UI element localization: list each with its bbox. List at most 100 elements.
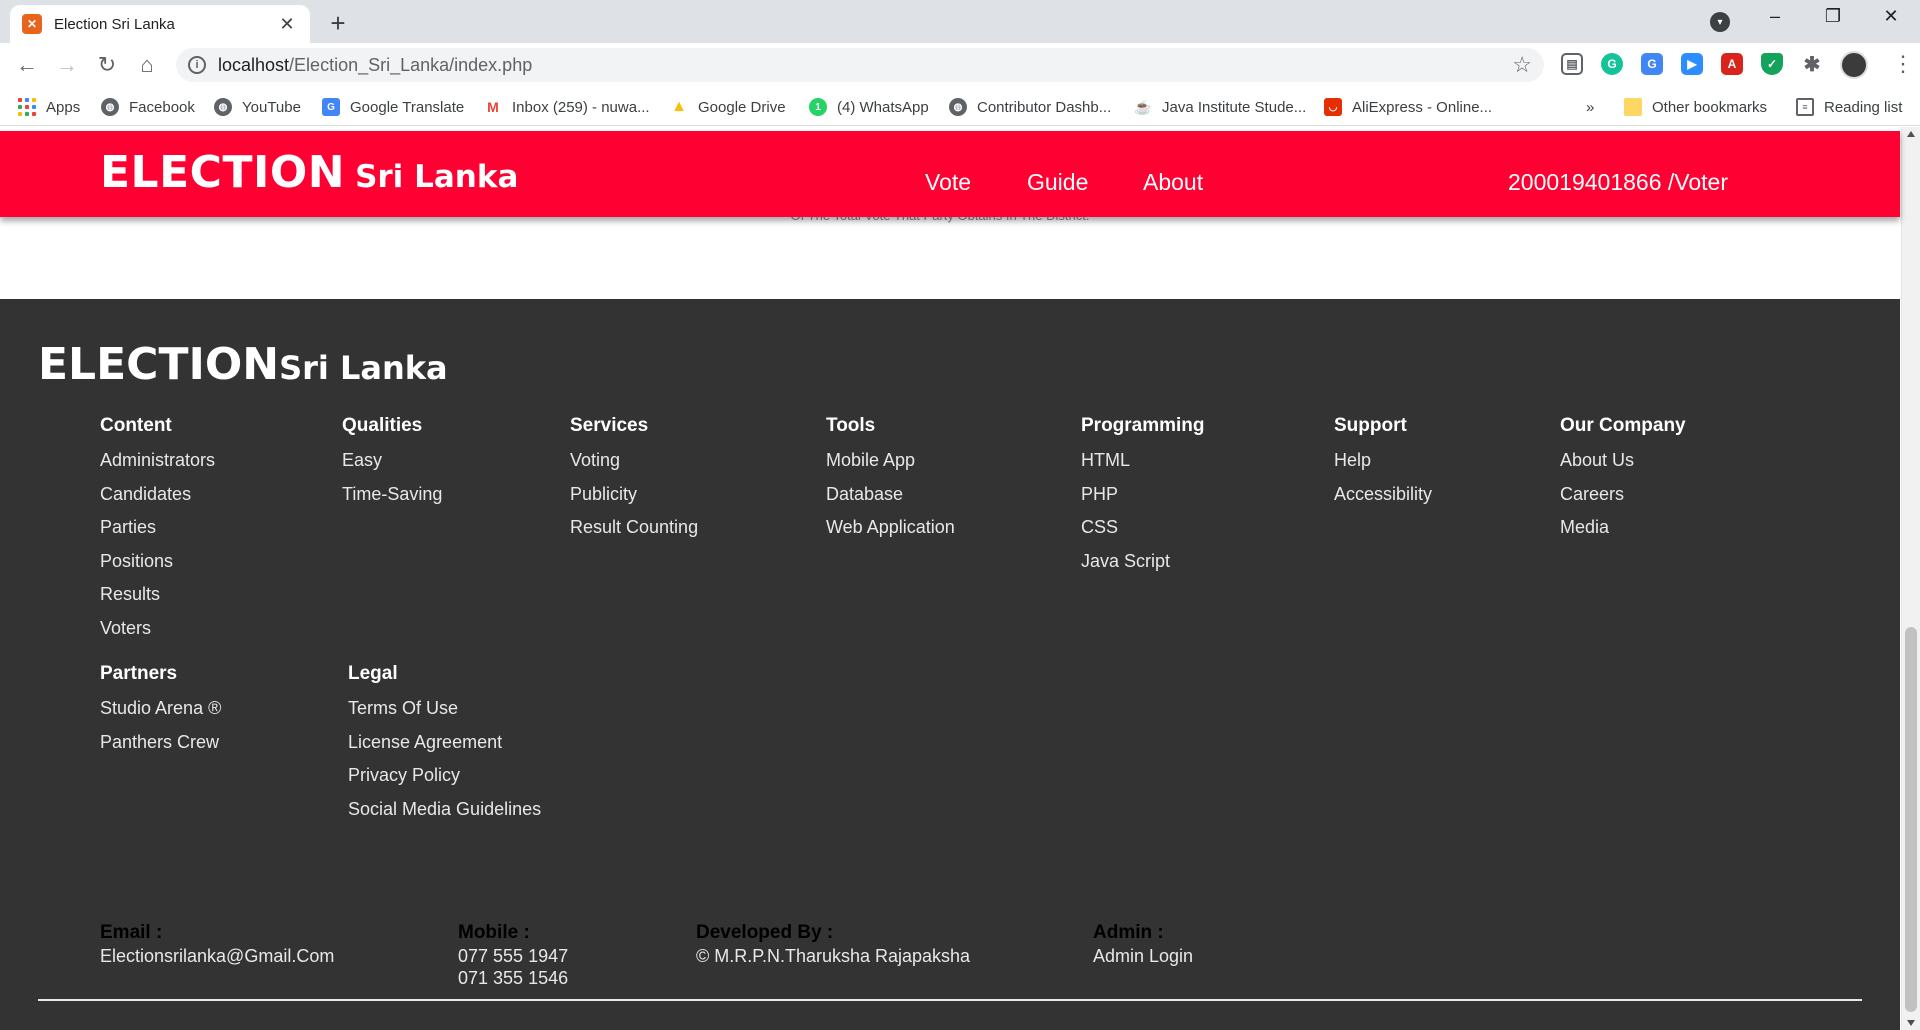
scroll-thumb[interactable] (1905, 627, 1917, 1012)
minimize-icon[interactable]: – (1760, 6, 1790, 27)
footer-link-help[interactable]: Help (1334, 448, 1432, 472)
nav-vote[interactable]: Vote (925, 169, 971, 196)
site-info-icon[interactable]: i (188, 56, 206, 74)
bookmark-gmail[interactable]: M Inbox (259) - nuwa... (484, 96, 650, 118)
scroll-down-arrow-icon[interactable] (1907, 1020, 1915, 1026)
address-bar[interactable]: i localhost/Election_Sri_Lanka/index.php… (176, 48, 1544, 82)
bookmark-google-translate[interactable]: G Google Translate (322, 96, 464, 118)
url-text[interactable]: localhost/Election_Sri_Lanka/index.php (218, 55, 532, 76)
footer-link-php[interactable]: PHP (1081, 482, 1205, 506)
footer-col-title: Content (100, 415, 172, 436)
admin-login-link[interactable]: Admin Login (1093, 945, 1193, 967)
page-scrollbar[interactable] (1901, 127, 1920, 1030)
nav-about[interactable]: About (1143, 169, 1203, 196)
footer-link-results[interactable]: Results (100, 582, 215, 606)
scroll-up-arrow-icon[interactable] (1907, 131, 1915, 137)
footer-link-mobile-app[interactable]: Mobile App (826, 448, 955, 472)
bookmark-label: (4) WhatsApp (837, 98, 929, 116)
footer-link-css[interactable]: CSS (1081, 515, 1205, 539)
window-close-icon[interactable]: ✕ (1876, 6, 1906, 27)
bookmark-apps[interactable]: Apps (18, 96, 80, 118)
contact-mobile: Mobile : 077 555 1947 071 355 1546 (458, 921, 568, 989)
other-bookmarks[interactable]: Other bookmarks (1624, 96, 1767, 118)
footer-col-title: Support (1334, 415, 1407, 436)
bookmark-java-institute[interactable]: ☕ Java Institute Stude... (1134, 96, 1306, 118)
developer-label: Developed By : (696, 922, 834, 943)
footer-link-candidates[interactable]: Candidates (100, 482, 215, 506)
bookmark-aliexpress[interactable]: ◡ AliExpress - Online... (1324, 96, 1492, 118)
tab-search-icon[interactable]: ▾ (1710, 12, 1730, 32)
bookmark-youtube[interactable]: ◍ YouTube (214, 96, 301, 118)
footer-brand-sub: Sri Lanka (279, 349, 448, 387)
developer-value: © M.R.P.N.Tharuksha Rajapaksha (696, 946, 971, 966)
footer-link-license-agreement[interactable]: License Agreement (348, 730, 541, 754)
other-bookmarks-label: Other bookmarks (1652, 98, 1768, 116)
google-drive-icon: ▲ (670, 98, 688, 116)
footer-link-html[interactable]: HTML (1081, 448, 1205, 472)
bookmark-label: Google Drive (698, 98, 786, 116)
contact-developer: Developed By : © M.R.P.N.Tharuksha Rajap… (696, 921, 970, 967)
footer-link-media[interactable]: Media (1560, 515, 1686, 539)
browser-menu-icon[interactable]: ⋮ (1892, 51, 1914, 77)
bookmarks-overflow-button[interactable]: » (1586, 96, 1594, 118)
java-cup-icon: ☕ (1134, 98, 1152, 116)
footer-link-web-application[interactable]: Web Application (826, 515, 955, 539)
bookmark-whatsapp[interactable]: 1 (4) WhatsApp (809, 96, 929, 118)
home-icon[interactable]: ⌂ (134, 52, 160, 78)
restore-icon[interactable]: ❐ (1818, 6, 1848, 27)
email-value[interactable]: Electionsrilanka@Gmail.Com (100, 945, 334, 967)
footer-link-about-us[interactable]: About Us (1560, 448, 1686, 472)
browser-tab[interactable]: ✕ Election Sri Lanka ✕ (10, 5, 310, 43)
extension-save-icon[interactable]: ▤ (1561, 53, 1583, 75)
bookmark-contributor-dashboard[interactable]: ◍ Contributor Dashb... (949, 96, 1111, 118)
footer-link-studio-arena[interactable]: Studio Arena ® (100, 696, 221, 720)
footer-link-voting[interactable]: Voting (570, 448, 698, 472)
bookmark-label: AliExpress - Online... (1352, 98, 1493, 116)
reload-icon[interactable]: ↻ (94, 52, 120, 78)
footer-link-time-saving[interactable]: Time-Saving (342, 482, 442, 506)
close-tab-icon[interactable]: ✕ (276, 14, 298, 35)
shield-extension-icon[interactable]: ✓ (1761, 53, 1783, 75)
bookmark-star-icon[interactable]: ☆ (1512, 52, 1532, 78)
footer-link-java-script[interactable]: Java Script (1081, 549, 1205, 573)
footer-link-privacy-policy[interactable]: Privacy Policy (348, 763, 541, 787)
back-arrow-icon[interactable]: ← (14, 52, 40, 78)
mobile-value-2: 071 355 1546 (458, 968, 569, 988)
footer-link-panthers-crew[interactable]: Panthers Crew (100, 730, 221, 754)
translate-extension-icon[interactable]: G (1641, 53, 1663, 75)
footer-link-database[interactable]: Database (826, 482, 955, 506)
footer-link-publicity[interactable]: Publicity (570, 482, 698, 506)
footer-link-positions[interactable]: Positions (100, 549, 215, 573)
footer-col-legal: Legal Terms Of Use License Agreement Pri… (348, 662, 541, 830)
footer-link-administrators[interactable]: Administrators (100, 448, 215, 472)
voter-id-label[interactable]: 200019401866 /Voter (1508, 169, 1728, 196)
footer-link-voters[interactable]: Voters (100, 616, 215, 640)
footer-col-support: Support Help Accessibility (1334, 414, 1432, 515)
bookmark-label: Apps (46, 98, 81, 116)
aliexpress-icon: ◡ (1324, 98, 1342, 116)
footer-link-accessibility[interactable]: Accessibility (1334, 482, 1432, 506)
site-logo[interactable]: ELECTION Sri Lanka (100, 147, 518, 198)
grammarly-icon[interactable]: G (1601, 53, 1623, 75)
zoom-extension-icon[interactable]: ▶ (1681, 53, 1703, 75)
pdf-extension-icon[interactable]: A (1721, 53, 1743, 75)
profile-avatar[interactable] (1840, 51, 1868, 79)
footer-link-result-counting[interactable]: Result Counting (570, 515, 698, 539)
footer-link-social-media-guidelines[interactable]: Social Media Guidelines (348, 797, 541, 821)
bookmark-label: Contributor Dashb... (977, 98, 1112, 116)
footer-divider (38, 999, 1862, 1001)
forward-arrow-icon[interactable]: → (54, 52, 80, 78)
nav-guide[interactable]: Guide (1027, 169, 1088, 196)
extensions-puzzle-icon[interactable]: ✱ (1801, 53, 1823, 76)
new-tab-button[interactable]: + (326, 8, 350, 39)
footer-link-careers[interactable]: Careers (1560, 482, 1686, 506)
footer-link-parties[interactable]: Parties (100, 515, 215, 539)
brand-main-text: ELECTION (100, 147, 346, 198)
footer-col-content: Content Administrators Candidates Partie… (100, 414, 215, 650)
reading-list[interactable]: ≡ Reading list (1796, 96, 1902, 118)
bookmark-facebook[interactable]: ◍ Facebook (101, 96, 195, 118)
xampp-favicon-icon: ✕ (22, 14, 42, 34)
footer-link-easy[interactable]: Easy (342, 448, 442, 472)
footer-link-terms-of-use[interactable]: Terms Of Use (348, 696, 541, 720)
bookmark-google-drive[interactable]: ▲ Google Drive (670, 96, 786, 118)
